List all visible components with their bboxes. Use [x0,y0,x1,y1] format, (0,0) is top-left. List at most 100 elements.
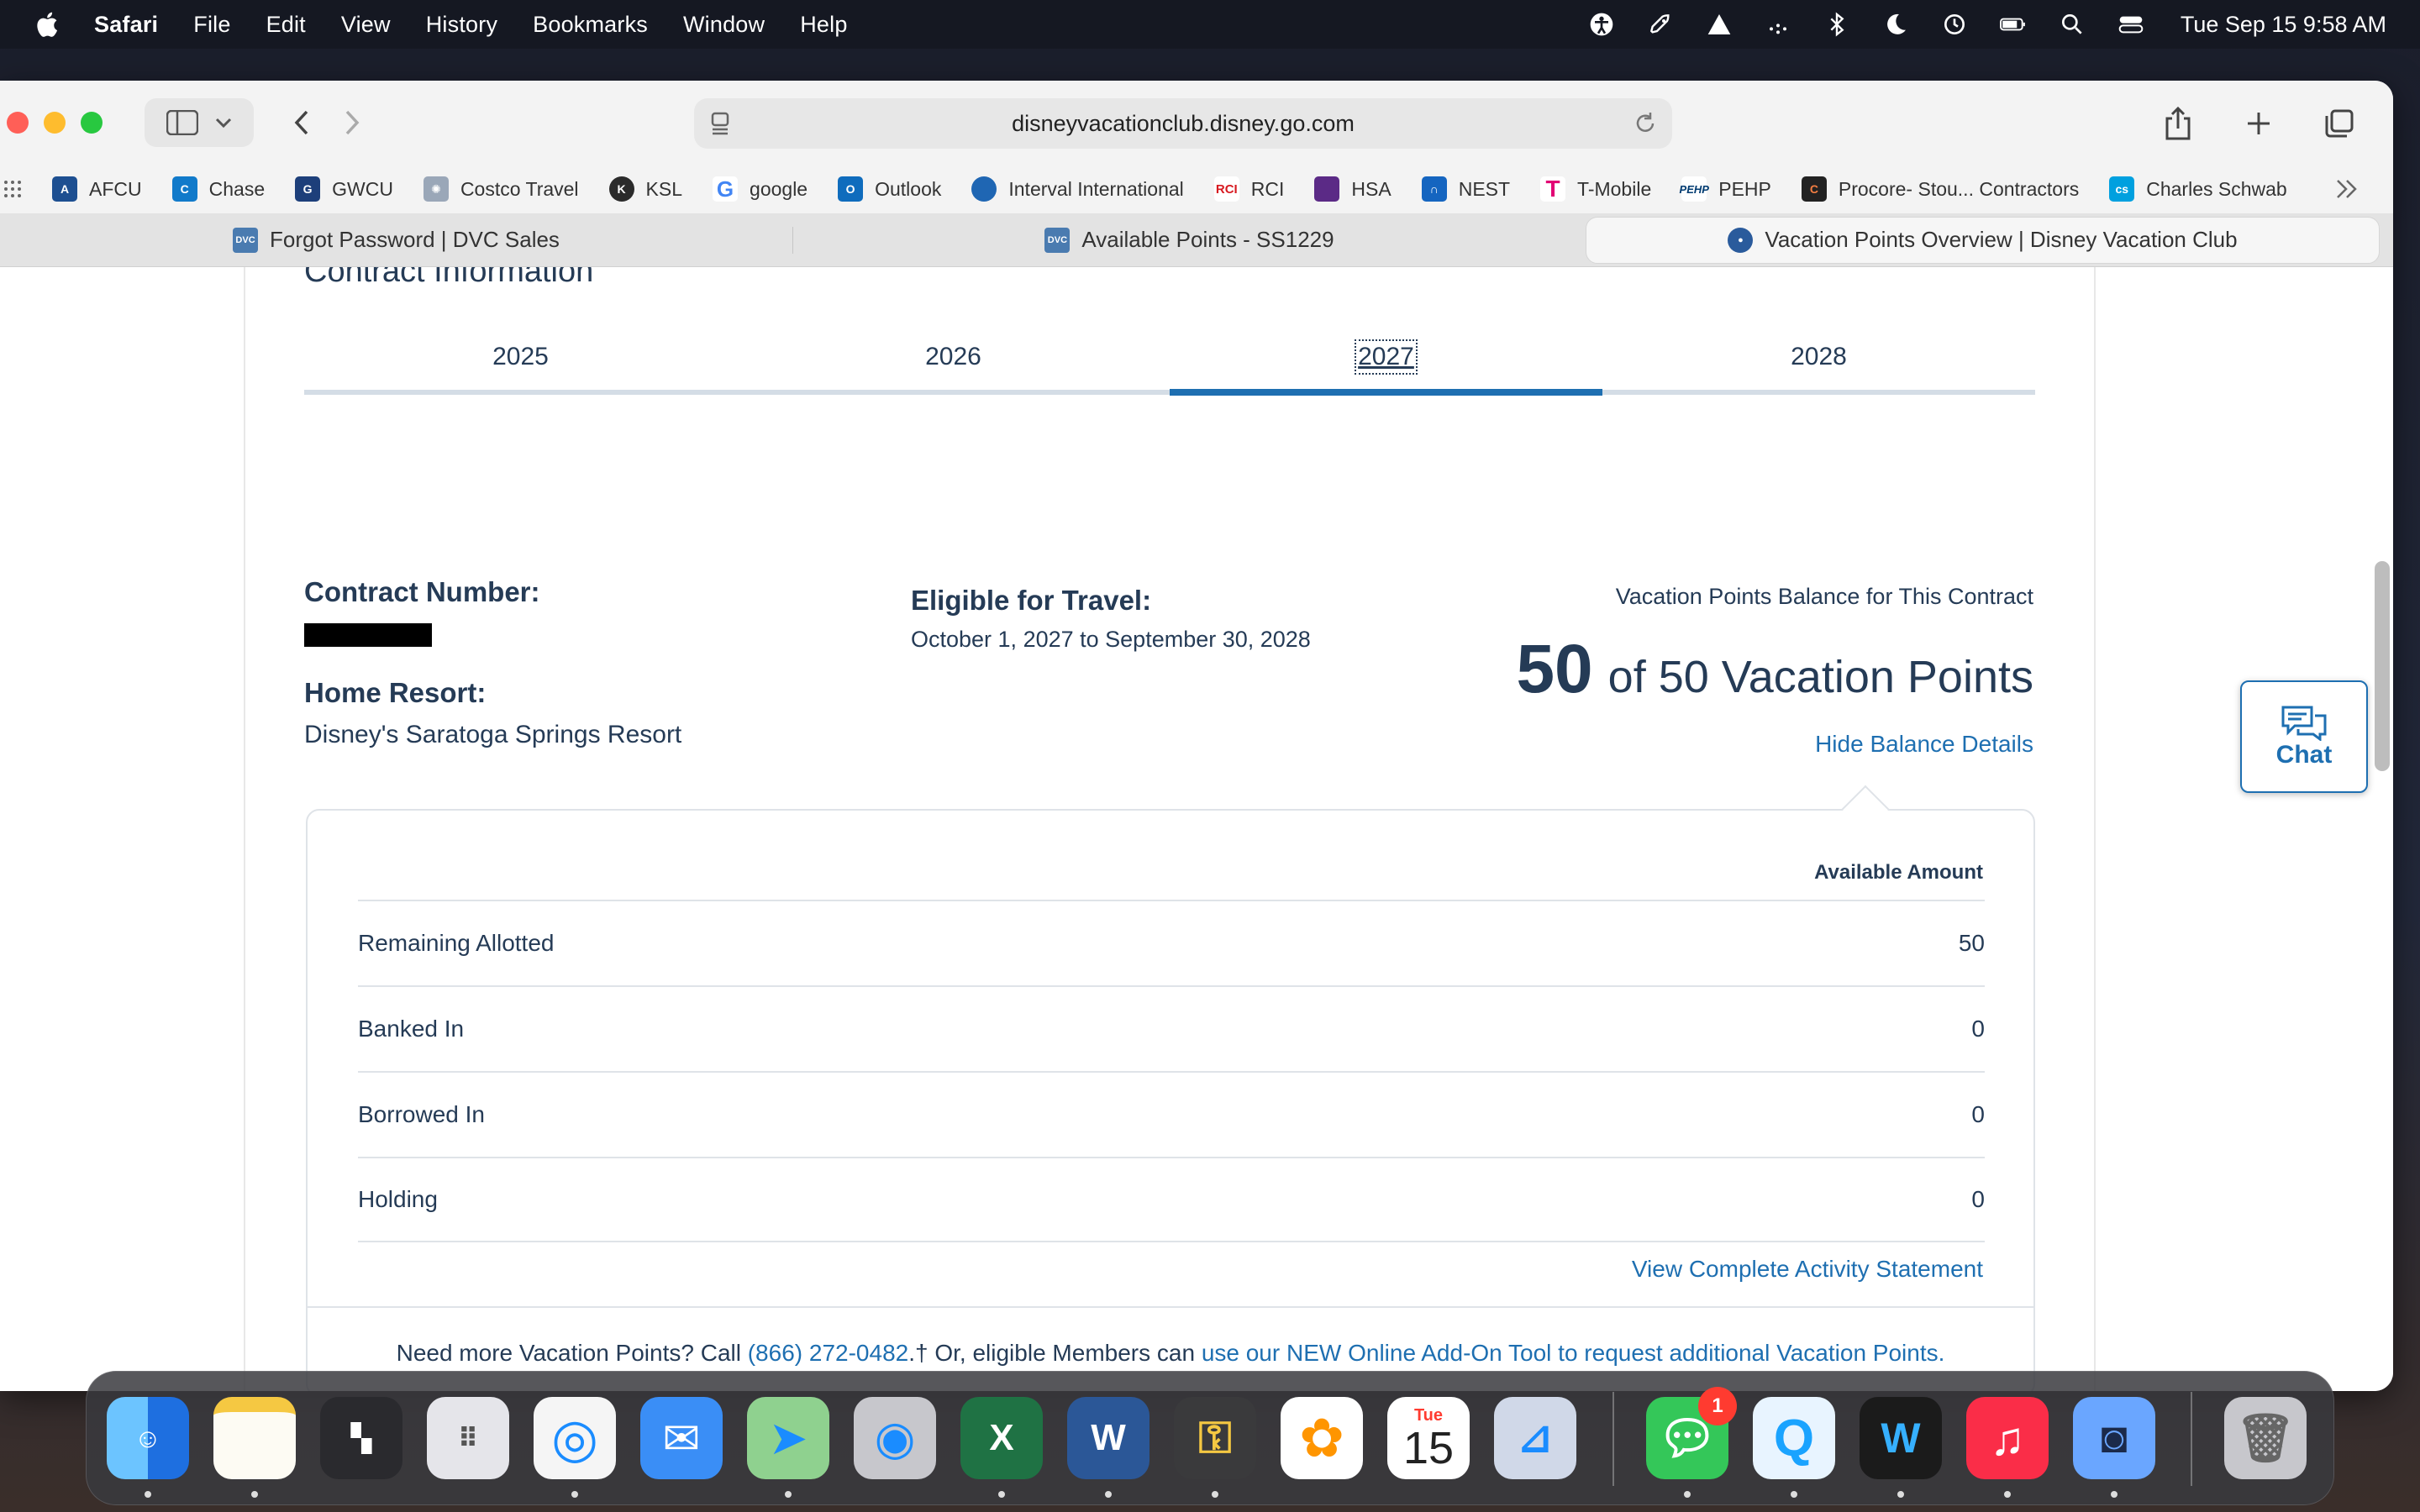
bookmark-label: Chase [208,177,266,200]
battery-icon[interactable] [1999,10,2028,39]
menu-help[interactable]: Help [800,12,847,38]
quicktime-icon[interactable]: Q [1753,1397,1835,1479]
hide-balance-details-link[interactable]: Hide Balance Details [1815,731,2033,758]
word-icon[interactable]: W [1067,1397,1150,1479]
excel-icon[interactable]: X [960,1397,1043,1479]
bookmark-charles-schwab[interactable]: cs Charles Schwab [2109,176,2287,202]
bookmark-label: google [750,177,808,200]
share-button[interactable] [2154,99,2202,148]
tab-available-points[interactable]: DVC Available Points - SS1229 [793,217,1586,264]
notes-icon[interactable] [213,1397,296,1479]
bookmark-ksl[interactable]: K KSL [608,176,682,202]
view-activity-statement-link[interactable]: View Complete Activity Statement [1632,1256,1983,1283]
time-machine-icon[interactable] [1940,10,1969,39]
accessibility-icon[interactable] [1587,10,1616,39]
phone-link[interactable]: (866) 272-0482 [748,1340,908,1367]
zoom-window-button[interactable] [81,112,103,134]
bookmark-google[interactable]: Ggoogle [713,176,808,202]
close-window-button[interactable] [7,112,29,134]
launchpad-icon[interactable]: ⠿ [427,1397,509,1479]
bookmark-outlook[interactable]: O Outlook [838,176,941,202]
row-value: 50 [1958,930,1985,956]
bookmark-label: Outlook [875,177,942,200]
year-tab-label: 2027 [1355,339,1418,375]
menu-app-name[interactable]: Safari [94,12,158,38]
find-my-icon[interactable]: ◉ [854,1397,936,1479]
wifi-dots-icon[interactable] [1764,10,1792,39]
menu-window[interactable]: Window [683,12,765,38]
back-button[interactable] [279,98,324,147]
messages-icon[interactable]: 💬︎ 1 [1646,1387,1737,1479]
chat-button[interactable]: Chat [2240,680,2368,793]
menu-bookmarks[interactable]: Bookmarks [533,12,648,38]
drive-icon[interactable] [1705,10,1733,39]
migration-assistant-icon[interactable]: ◙ [2073,1397,2155,1479]
webex-icon[interactable]: W [1860,1397,1942,1479]
row-label: Holding [358,1186,438,1212]
tab-overview-button[interactable] [2316,99,2363,148]
year-tab-2026[interactable]: 2026 [737,334,1170,393]
photos-icon[interactable]: ✿ [1281,1397,1363,1479]
url-text[interactable]: disneyvacationclub.disney.go.com [1012,111,1355,137]
keychain-icon[interactable]: ⚿ [1174,1397,1256,1479]
year-tab-2025[interactable]: 2025 [304,334,737,393]
contract-card: Contract Information 2025 2026 2027 2028… [244,267,2096,1391]
bookmark-procore[interactable]: C Procore- Stou... Contractors [1801,176,2079,202]
focus-moon-icon[interactable] [1881,10,1910,39]
menu-edit[interactable]: Edit [266,12,306,38]
rocket-icon[interactable] [1646,10,1675,39]
music-icon[interactable]: ♫ [1966,1397,2049,1479]
bookmark-nest[interactable]: ∩ NEST [1421,176,1510,202]
bookmark-rci[interactable]: RCI RCI [1213,176,1284,202]
forward-button[interactable] [329,98,375,147]
tab-label: Forgot Password | DVC Sales [270,227,560,252]
bookmark-chase[interactable]: C Chase [171,176,266,202]
bookmark-afcu[interactable]: A AFCU [52,176,142,202]
new-tab-button[interactable] [2235,99,2282,148]
safari-icon[interactable]: ◎ [534,1397,616,1479]
finder-icon[interactable]: ☺ [107,1397,189,1479]
page-menu-icon[interactable] [708,110,734,137]
hsa-icon [1314,176,1340,202]
bookmark-label: Charles Schwab [2146,177,2287,200]
sidebar-toggle-button[interactable] [145,98,254,147]
tab-vacation-points-overview[interactable]: ● Vacation Points Overview | Disney Vaca… [1586,216,2380,264]
grid-icon[interactable] [3,180,22,198]
menu-bar: Safari File Edit View History Bookmarks … [0,0,2420,49]
google-icon: G [713,176,739,202]
trash-icon[interactable]: 🗑︎ [2224,1397,2307,1479]
add-on-tool-link[interactable]: use our NEW Online Add-On Tool to reques… [1202,1340,1945,1367]
reload-icon[interactable] [1632,110,1659,137]
nest-icon: ∩ [1421,176,1447,202]
menubar-clock[interactable]: Tue Sep 15 9:58 AM [2181,12,2386,38]
tab-forgot-password[interactable]: DVC Forgot Password | DVC Sales [0,217,792,264]
bookmark-costco-travel[interactable]: ✺ Costco Travel [423,176,579,202]
more-bookmarks-icon[interactable] [2334,178,2360,200]
calendar-icon[interactable]: Tue 15 [1387,1397,1470,1479]
year-tab-track [304,389,2035,396]
bookmark-label: Costco Travel [460,177,579,200]
bluetooth-icon[interactable] [1823,10,1851,39]
bookmark-pehp[interactable]: PEHP PEHP [1680,176,1771,202]
dvc-favicon-icon: DVC [233,227,259,253]
menu-file[interactable]: File [193,12,230,38]
maps-icon[interactable]: ➤ [747,1397,829,1479]
year-tab-2028[interactable]: 2028 [1602,334,2035,393]
bookmark-t-mobile[interactable]: T T-Mobile [1540,176,1651,202]
mail-icon[interactable]: ✉ [640,1397,723,1479]
apple-menu-icon[interactable] [32,10,60,39]
bookmark-hsa[interactable]: HSA [1314,176,1392,202]
page-scrollbar[interactable] [2375,561,2390,771]
running-indicator [2004,1491,2011,1498]
address-bar[interactable]: disneyvacationclub.disney.go.com [694,98,1672,149]
menu-history[interactable]: History [426,12,497,38]
spotlight-search-icon[interactable] [2058,10,2086,39]
stage-manager-icon[interactable]: ▚ [320,1397,402,1479]
minimize-window-button[interactable] [44,112,66,134]
year-tab-2027[interactable]: 2027 [1170,334,1602,393]
preview-icon[interactable]: ⊿ [1494,1397,1576,1479]
bookmark-gwcu[interactable]: G GWCU [295,176,393,202]
bookmark-interval-international[interactable]: Interval International [971,176,1184,202]
menu-view[interactable]: View [341,12,391,38]
control-center-icon[interactable] [2117,10,2145,39]
